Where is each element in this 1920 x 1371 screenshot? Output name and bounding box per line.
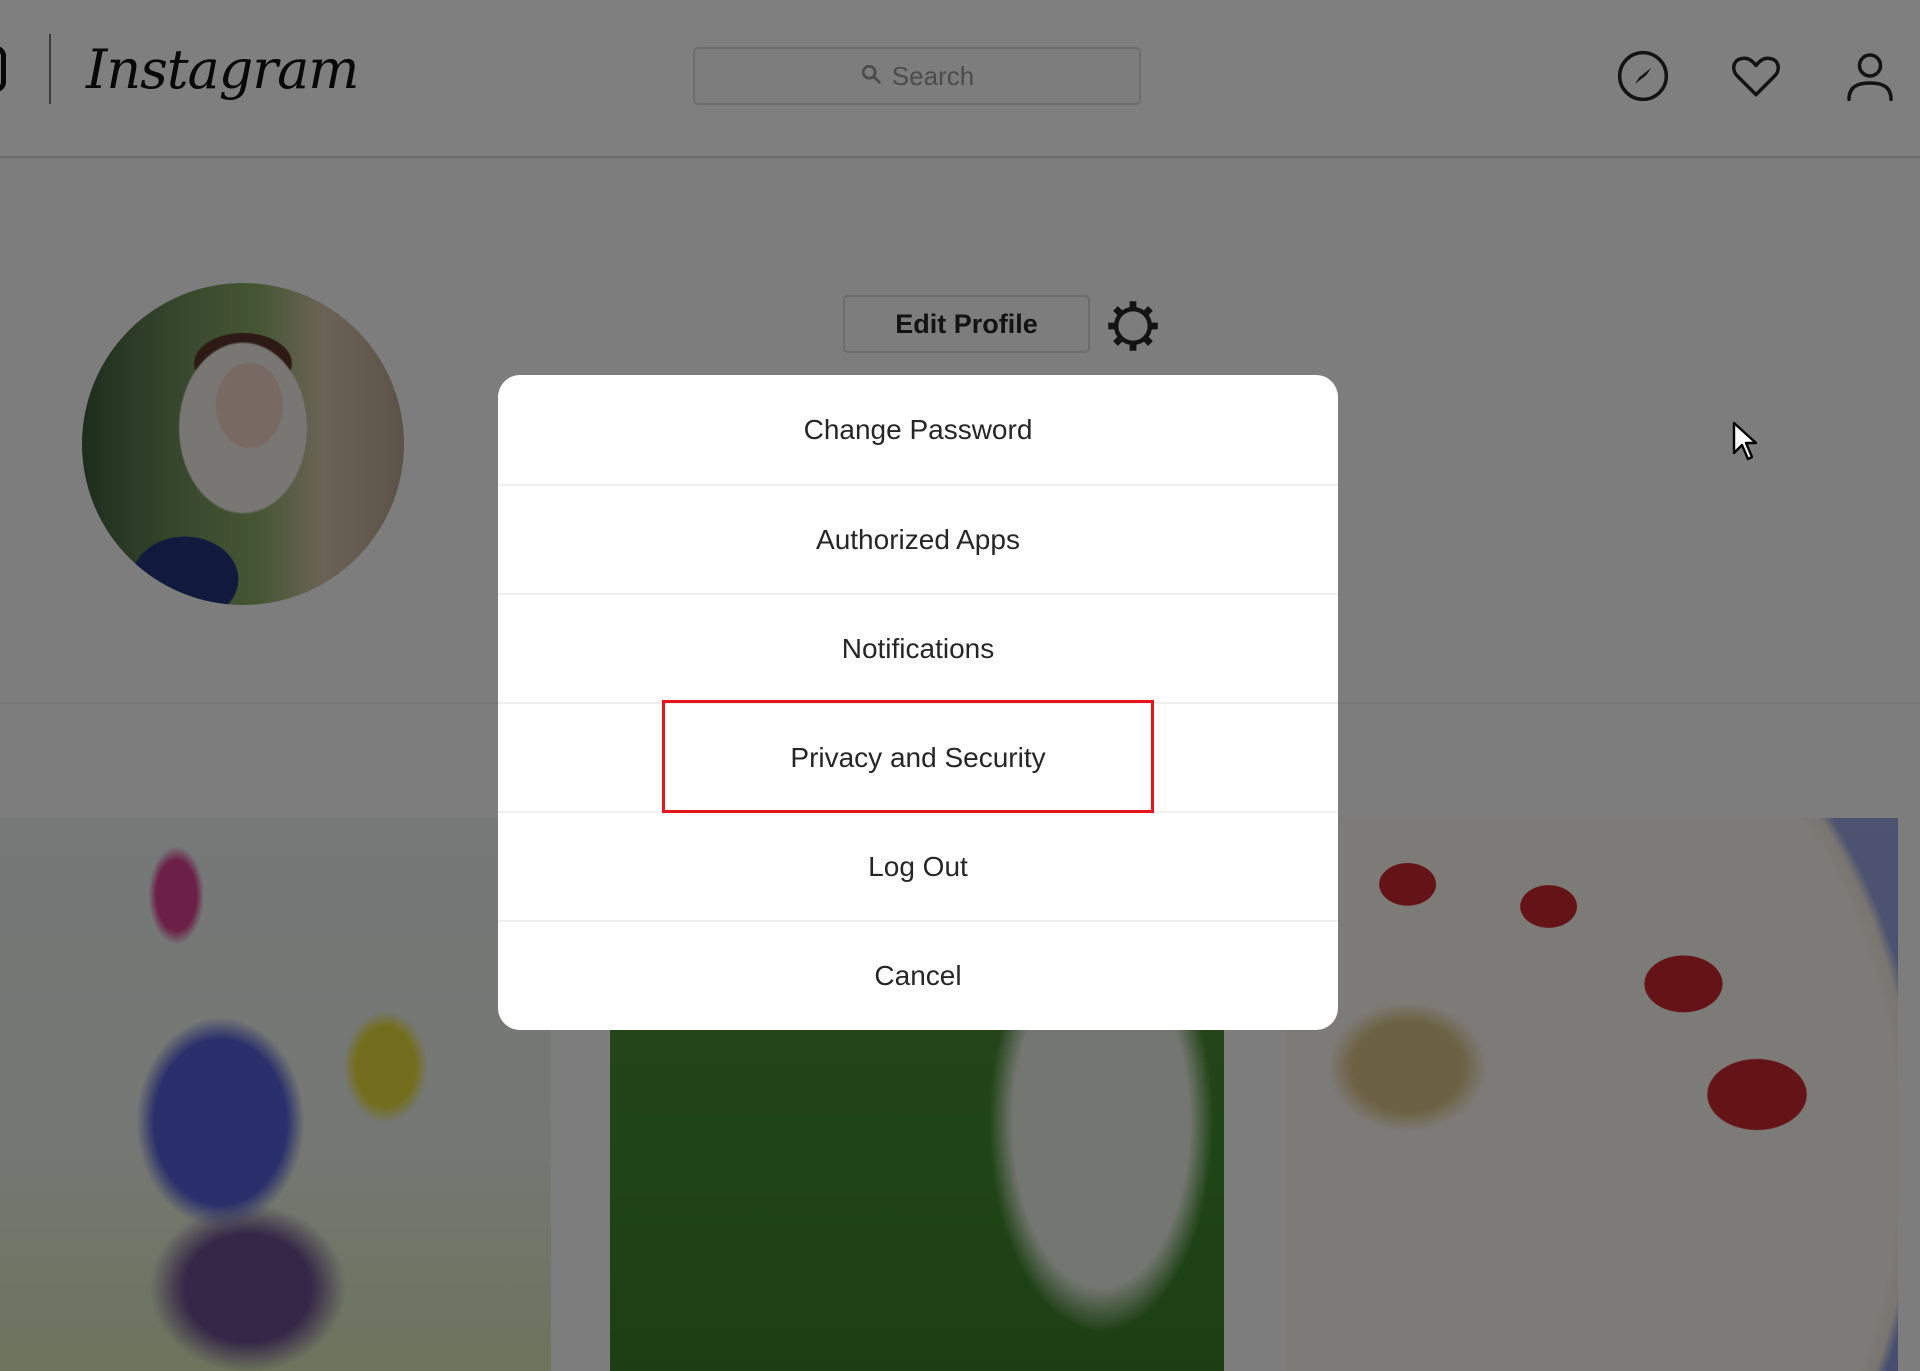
settings-menu-dialog: Change Password Authorized Apps Notifica… [498,375,1338,1030]
menu-item-log-out[interactable]: Log Out [498,811,1338,920]
mouse-cursor-icon [1732,421,1760,461]
menu-item-privacy-and-security[interactable]: Privacy and Security [498,702,1338,811]
menu-item-notifications[interactable]: Notifications [498,593,1338,702]
menu-item-cancel[interactable]: Cancel [498,920,1338,1029]
menu-item-authorized-apps[interactable]: Authorized Apps [498,484,1338,593]
menu-item-change-password[interactable]: Change Password [498,375,1338,484]
